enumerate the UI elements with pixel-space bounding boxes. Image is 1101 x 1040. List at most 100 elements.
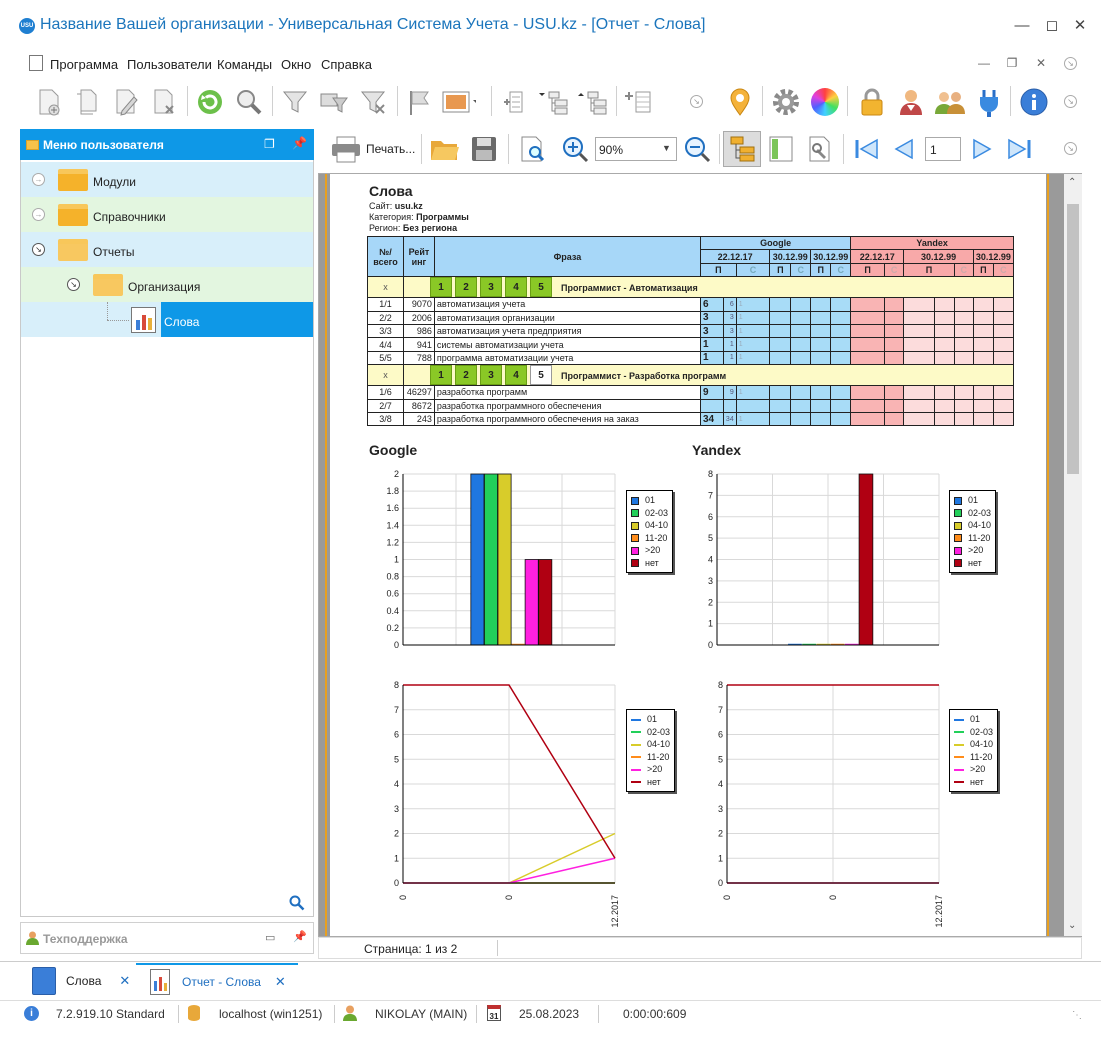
support-panel[interactable]: Техподдержка ▭ 📌	[20, 922, 314, 954]
vertical-scrollbar[interactable]: ⌃ ⌄	[1064, 174, 1082, 936]
menu-window[interactable]: Окно	[281, 57, 311, 72]
rank-filter-button[interactable]: 2	[455, 365, 477, 385]
toolbar-overflow-right-icon[interactable]: ↘	[1064, 95, 1077, 108]
plug-icon[interactable]	[971, 84, 1007, 120]
tree-search-icon[interactable]	[289, 895, 305, 914]
user-key-icon[interactable]	[893, 84, 929, 120]
close-button[interactable]: ✕	[1066, 14, 1094, 38]
menu-program[interactable]: Программа	[50, 57, 118, 72]
menu-users[interactable]: Пользователи	[127, 57, 212, 72]
menu-help[interactable]: Справка	[321, 57, 372, 72]
printer-icon[interactable]	[328, 131, 364, 167]
page-number-input[interactable]: 1	[925, 137, 961, 161]
legend-label: 11-20	[968, 532, 991, 543]
rank-filter-button[interactable]: 2	[455, 277, 477, 297]
color-wheel-icon[interactable]	[807, 84, 843, 120]
copy-icon[interactable]	[68, 84, 104, 120]
location-pin-icon[interactable]	[722, 84, 758, 120]
support-user-icon	[26, 931, 39, 945]
rank-filter-button[interactable]: 4	[505, 277, 527, 297]
panel-pin-icon[interactable]: 📌	[292, 136, 307, 150]
legend-item: 11-20	[631, 751, 670, 764]
tree-item-words[interactable]: Слова	[21, 302, 313, 337]
legend-swatch	[954, 718, 964, 721]
report-title: Слова	[369, 183, 413, 199]
scroll-up-icon[interactable]: ⌃	[1068, 177, 1076, 188]
filter-clear-icon[interactable]	[355, 84, 391, 120]
legend-label: нет	[970, 776, 984, 787]
page-preview-icon[interactable]	[514, 131, 550, 167]
previous-page-icon[interactable]	[887, 131, 921, 167]
rank-filter-button[interactable]: 3	[480, 277, 502, 297]
zoom-out-icon[interactable]	[679, 131, 715, 167]
tree-item-reports[interactable]: ↘ Отчеты	[21, 232, 313, 267]
add-group-icon[interactable]	[496, 84, 532, 120]
thumbnails-icon[interactable]	[763, 131, 799, 167]
mdi-minimize-button[interactable]: —	[976, 56, 992, 72]
tree-item-organization[interactable]: ↘ Организация	[21, 267, 313, 302]
expand-icon[interactable]: →	[32, 173, 45, 186]
minimize-button[interactable]: —	[1008, 14, 1036, 38]
resize-grip-icon[interactable]: ⋱	[1072, 1010, 1082, 1021]
add-column-icon[interactable]	[620, 84, 656, 120]
tab-close-icon[interactable]: ✕	[119, 973, 130, 989]
rank-filter-button[interactable]: 5	[530, 365, 552, 385]
zoom-in-icon[interactable]	[557, 131, 593, 167]
save-icon[interactable]	[466, 131, 502, 167]
support-title: Техподдержка	[43, 932, 128, 946]
tree-item-directories[interactable]: → Справочники	[21, 197, 313, 232]
refresh-icon[interactable]	[192, 84, 228, 120]
zoom-select[interactable]: 90% ▼	[595, 137, 677, 161]
window-title: Название Вашей организации - Универсальн…	[40, 16, 706, 33]
gear-icon[interactable]	[768, 84, 804, 120]
rank-filter-button[interactable]: 4	[505, 365, 527, 385]
scroll-down-icon[interactable]: ⌄	[1068, 920, 1076, 931]
panel-float-icon[interactable]: ❐	[264, 137, 275, 151]
edit-icon[interactable]	[108, 84, 144, 120]
expand-icon[interactable]: →	[32, 208, 45, 221]
image-icon[interactable]	[440, 84, 476, 120]
filter-field-icon[interactable]	[316, 84, 352, 120]
table-row: 2/7 8672 разработка программного обеспечен…	[367, 398, 1015, 413]
rank-filter-button[interactable]: 1	[430, 277, 452, 297]
users-icon[interactable]	[932, 84, 968, 120]
print-button[interactable]: Печать...	[366, 142, 415, 156]
info-icon[interactable]	[1016, 84, 1052, 120]
tree-expand-icon[interactable]	[536, 84, 572, 120]
legend-label: >20	[968, 545, 984, 555]
legend-swatch	[631, 781, 641, 784]
new-record-icon[interactable]	[30, 84, 66, 120]
tab-close-icon[interactable]: ✕	[275, 974, 286, 990]
page-setup-icon[interactable]	[802, 131, 838, 167]
last-page-icon[interactable]	[1003, 131, 1037, 167]
mdi-restore-button[interactable]: ❐	[1004, 56, 1020, 72]
open-folder-icon[interactable]	[427, 131, 463, 167]
maximize-button[interactable]: ◻	[1038, 14, 1066, 38]
menu-commands[interactable]: Команды	[217, 57, 272, 72]
rank-filter-button[interactable]: 1	[430, 365, 452, 385]
legend-swatch	[631, 546, 639, 555]
report-toolbar-overflow-icon[interactable]: ↘	[1064, 142, 1077, 155]
rank-filter-button[interactable]: 5	[530, 277, 552, 297]
support-minimize-icon[interactable]: ▭	[265, 931, 275, 944]
tree-item-modules[interactable]: → Модули	[21, 162, 313, 197]
tab-words[interactable]: Слова ✕	[20, 963, 132, 999]
document-map-icon[interactable]	[723, 131, 761, 167]
overflow-icon[interactable]: ↘	[1064, 57, 1077, 70]
tab-report-words[interactable]: Отчет - Слова ✕	[136, 963, 298, 999]
collapse-icon[interactable]: ↘	[67, 278, 80, 291]
mdi-close-button[interactable]: ✕	[1033, 56, 1049, 72]
support-pin-icon[interactable]: 📌	[293, 930, 307, 943]
tree-collapse-icon[interactable]	[575, 84, 611, 120]
collapse-icon[interactable]: ↘	[32, 243, 45, 256]
flag-icon[interactable]	[401, 84, 437, 120]
scrollbar-thumb[interactable]	[1067, 204, 1079, 474]
filter-icon[interactable]	[277, 84, 313, 120]
lock-icon[interactable]	[854, 84, 890, 120]
toolbar-overflow-icon[interactable]: ↘	[690, 95, 703, 108]
first-page-icon[interactable]	[849, 131, 883, 167]
delete-icon[interactable]	[146, 84, 182, 120]
rank-filter-button[interactable]: 3	[480, 365, 502, 385]
search-icon[interactable]	[231, 84, 267, 120]
next-page-icon[interactable]	[965, 131, 999, 167]
